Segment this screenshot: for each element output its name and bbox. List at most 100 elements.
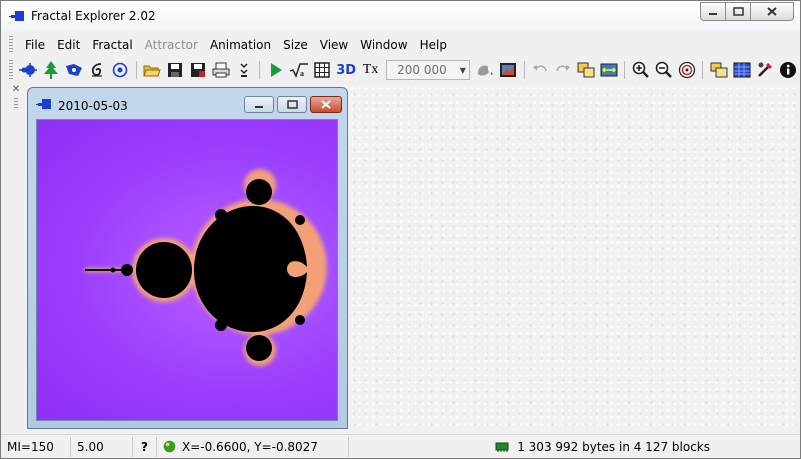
- image-view-button[interactable]: [497, 59, 520, 81]
- about-button[interactable]: [776, 59, 799, 81]
- zoom-in-icon: [632, 61, 649, 78]
- save-button[interactable]: [164, 59, 187, 81]
- copy-region-button[interactable]: [575, 59, 598, 81]
- save-all-button[interactable]: [187, 59, 210, 81]
- attractor-button[interactable]: [63, 59, 86, 81]
- minimize-button[interactable]: [700, 2, 726, 21]
- maximize-icon: [286, 100, 298, 109]
- title-bar[interactable]: Fractal Explorer 2.02: [1, 1, 800, 31]
- green-orb-icon: [163, 440, 176, 453]
- iterations-combobox[interactable]: 200 000 ▼: [386, 60, 470, 80]
- toolbar-separator: [523, 61, 525, 79]
- toolbar-separator: [135, 61, 137, 79]
- tools-icon: [757, 62, 772, 77]
- iterations-value: 200 000: [397, 63, 447, 77]
- sqrt-button[interactable]: a: [287, 59, 310, 81]
- toolbar-more-button[interactable]: [232, 59, 255, 81]
- menu-size[interactable]: Size: [277, 35, 314, 55]
- new-fractal-button[interactable]: [17, 59, 40, 81]
- menu-help[interactable]: Help: [414, 35, 453, 55]
- zoom-out-button[interactable]: [652, 59, 675, 81]
- redo-icon: [556, 65, 571, 72]
- menu-attractor[interactable]: Attractor: [139, 35, 204, 55]
- status-help[interactable]: ?: [133, 436, 157, 457]
- bullseye-icon: [678, 61, 695, 79]
- fit-button[interactable]: [598, 59, 621, 81]
- info-icon: [779, 62, 796, 78]
- tools-button[interactable]: [753, 59, 776, 81]
- menu-view[interactable]: View: [314, 35, 354, 55]
- menu-grip[interactable]: [9, 36, 13, 54]
- maximize-button[interactable]: [725, 2, 751, 21]
- zoom-center-button[interactable]: [675, 59, 698, 81]
- open-button[interactable]: [141, 59, 164, 81]
- printer-icon: [212, 62, 230, 78]
- menu-window[interactable]: Window: [354, 35, 413, 55]
- tile-windows-icon: [733, 62, 751, 78]
- redo-button[interactable]: [552, 59, 575, 81]
- zoom-in-button[interactable]: [629, 59, 652, 81]
- copy-region-icon: [577, 62, 595, 78]
- status-bar: MI=150 5.00 ? X=-0.6600, Y=-0.8027 1 303…: [1, 434, 800, 458]
- menu-fractal[interactable]: Fractal: [86, 35, 138, 55]
- target-icon: [112, 62, 128, 78]
- toolbar-grip[interactable]: [9, 60, 13, 80]
- palette-button[interactable]: [474, 59, 497, 81]
- app-fractal-icon: [9, 11, 24, 21]
- status-coordinates: X=-0.6600, Y=-0.8027: [182, 439, 318, 454]
- formula-icon: [92, 63, 103, 77]
- status-max-iterations: MI=150: [1, 436, 71, 457]
- undo-icon: [533, 65, 547, 72]
- play-icon: [270, 63, 282, 77]
- save-disk-icon: [168, 63, 183, 77]
- fractal-icon: [19, 63, 38, 77]
- render-button[interactable]: [264, 59, 287, 81]
- tile-windows-button[interactable]: [730, 59, 753, 81]
- print-button[interactable]: [209, 59, 232, 81]
- mdi-workspace[interactable]: 2010-05-03: [27, 85, 799, 431]
- memory-chip-icon: [495, 442, 509, 452]
- fit-window-icon: [600, 63, 618, 77]
- toolbar-separator: [624, 61, 626, 79]
- dock-grip[interactable]: [14, 98, 18, 110]
- fractal-canvas[interactable]: [36, 119, 338, 421]
- minimize-icon: [709, 12, 717, 15]
- svg-text:a: a: [300, 69, 304, 78]
- menu-bar: File Edit Fractal Attractor Animation Si…: [9, 34, 453, 56]
- close-icon: [321, 100, 331, 109]
- child-close-button[interactable]: [310, 96, 342, 113]
- square-root-icon: a: [289, 63, 308, 78]
- child-maximize-button[interactable]: [277, 96, 307, 113]
- grid-icon: [313, 62, 330, 78]
- mandelbrot-image: [85, 169, 327, 366]
- chevron-down-icon[interactable]: ▼: [457, 66, 469, 75]
- status-zoom: 5.00: [71, 436, 133, 457]
- three-d-button[interactable]: 3D: [333, 59, 359, 81]
- chevron-double-down-icon: [240, 63, 248, 77]
- cascade-windows-icon: [710, 62, 728, 78]
- menu-edit[interactable]: Edit: [51, 35, 86, 55]
- menu-file[interactable]: File: [19, 35, 51, 55]
- status-coordinates-cell: X=-0.6600, Y=-0.8027: [157, 436, 349, 457]
- attractor-icon: [66, 64, 83, 76]
- child-window-title: 2010-05-03: [58, 99, 128, 113]
- app-window: Fractal Explorer 2.02 File Edit Fractal …: [0, 0, 801, 459]
- undo-button[interactable]: [529, 59, 552, 81]
- target-button[interactable]: [109, 59, 132, 81]
- palette-brush-icon: [478, 65, 494, 76]
- save-all-icon: [191, 63, 206, 77]
- menu-animation[interactable]: Animation: [204, 35, 277, 55]
- close-icon: [767, 7, 777, 16]
- dock-close-icon[interactable]: ✕: [9, 85, 23, 95]
- close-button[interactable]: [750, 2, 794, 21]
- fractal-child-window[interactable]: 2010-05-03: [27, 87, 348, 429]
- minimize-icon: [255, 105, 263, 108]
- formula-button[interactable]: [86, 59, 109, 81]
- image-icon: [500, 63, 517, 77]
- toolbar-separator: [259, 61, 261, 79]
- cascade-windows-button[interactable]: [707, 59, 730, 81]
- texture-button[interactable]: Tx: [359, 59, 382, 81]
- grid-button[interactable]: [310, 59, 333, 81]
- ifs-tree-button[interactable]: [40, 59, 63, 81]
- child-minimize-button[interactable]: [244, 96, 274, 113]
